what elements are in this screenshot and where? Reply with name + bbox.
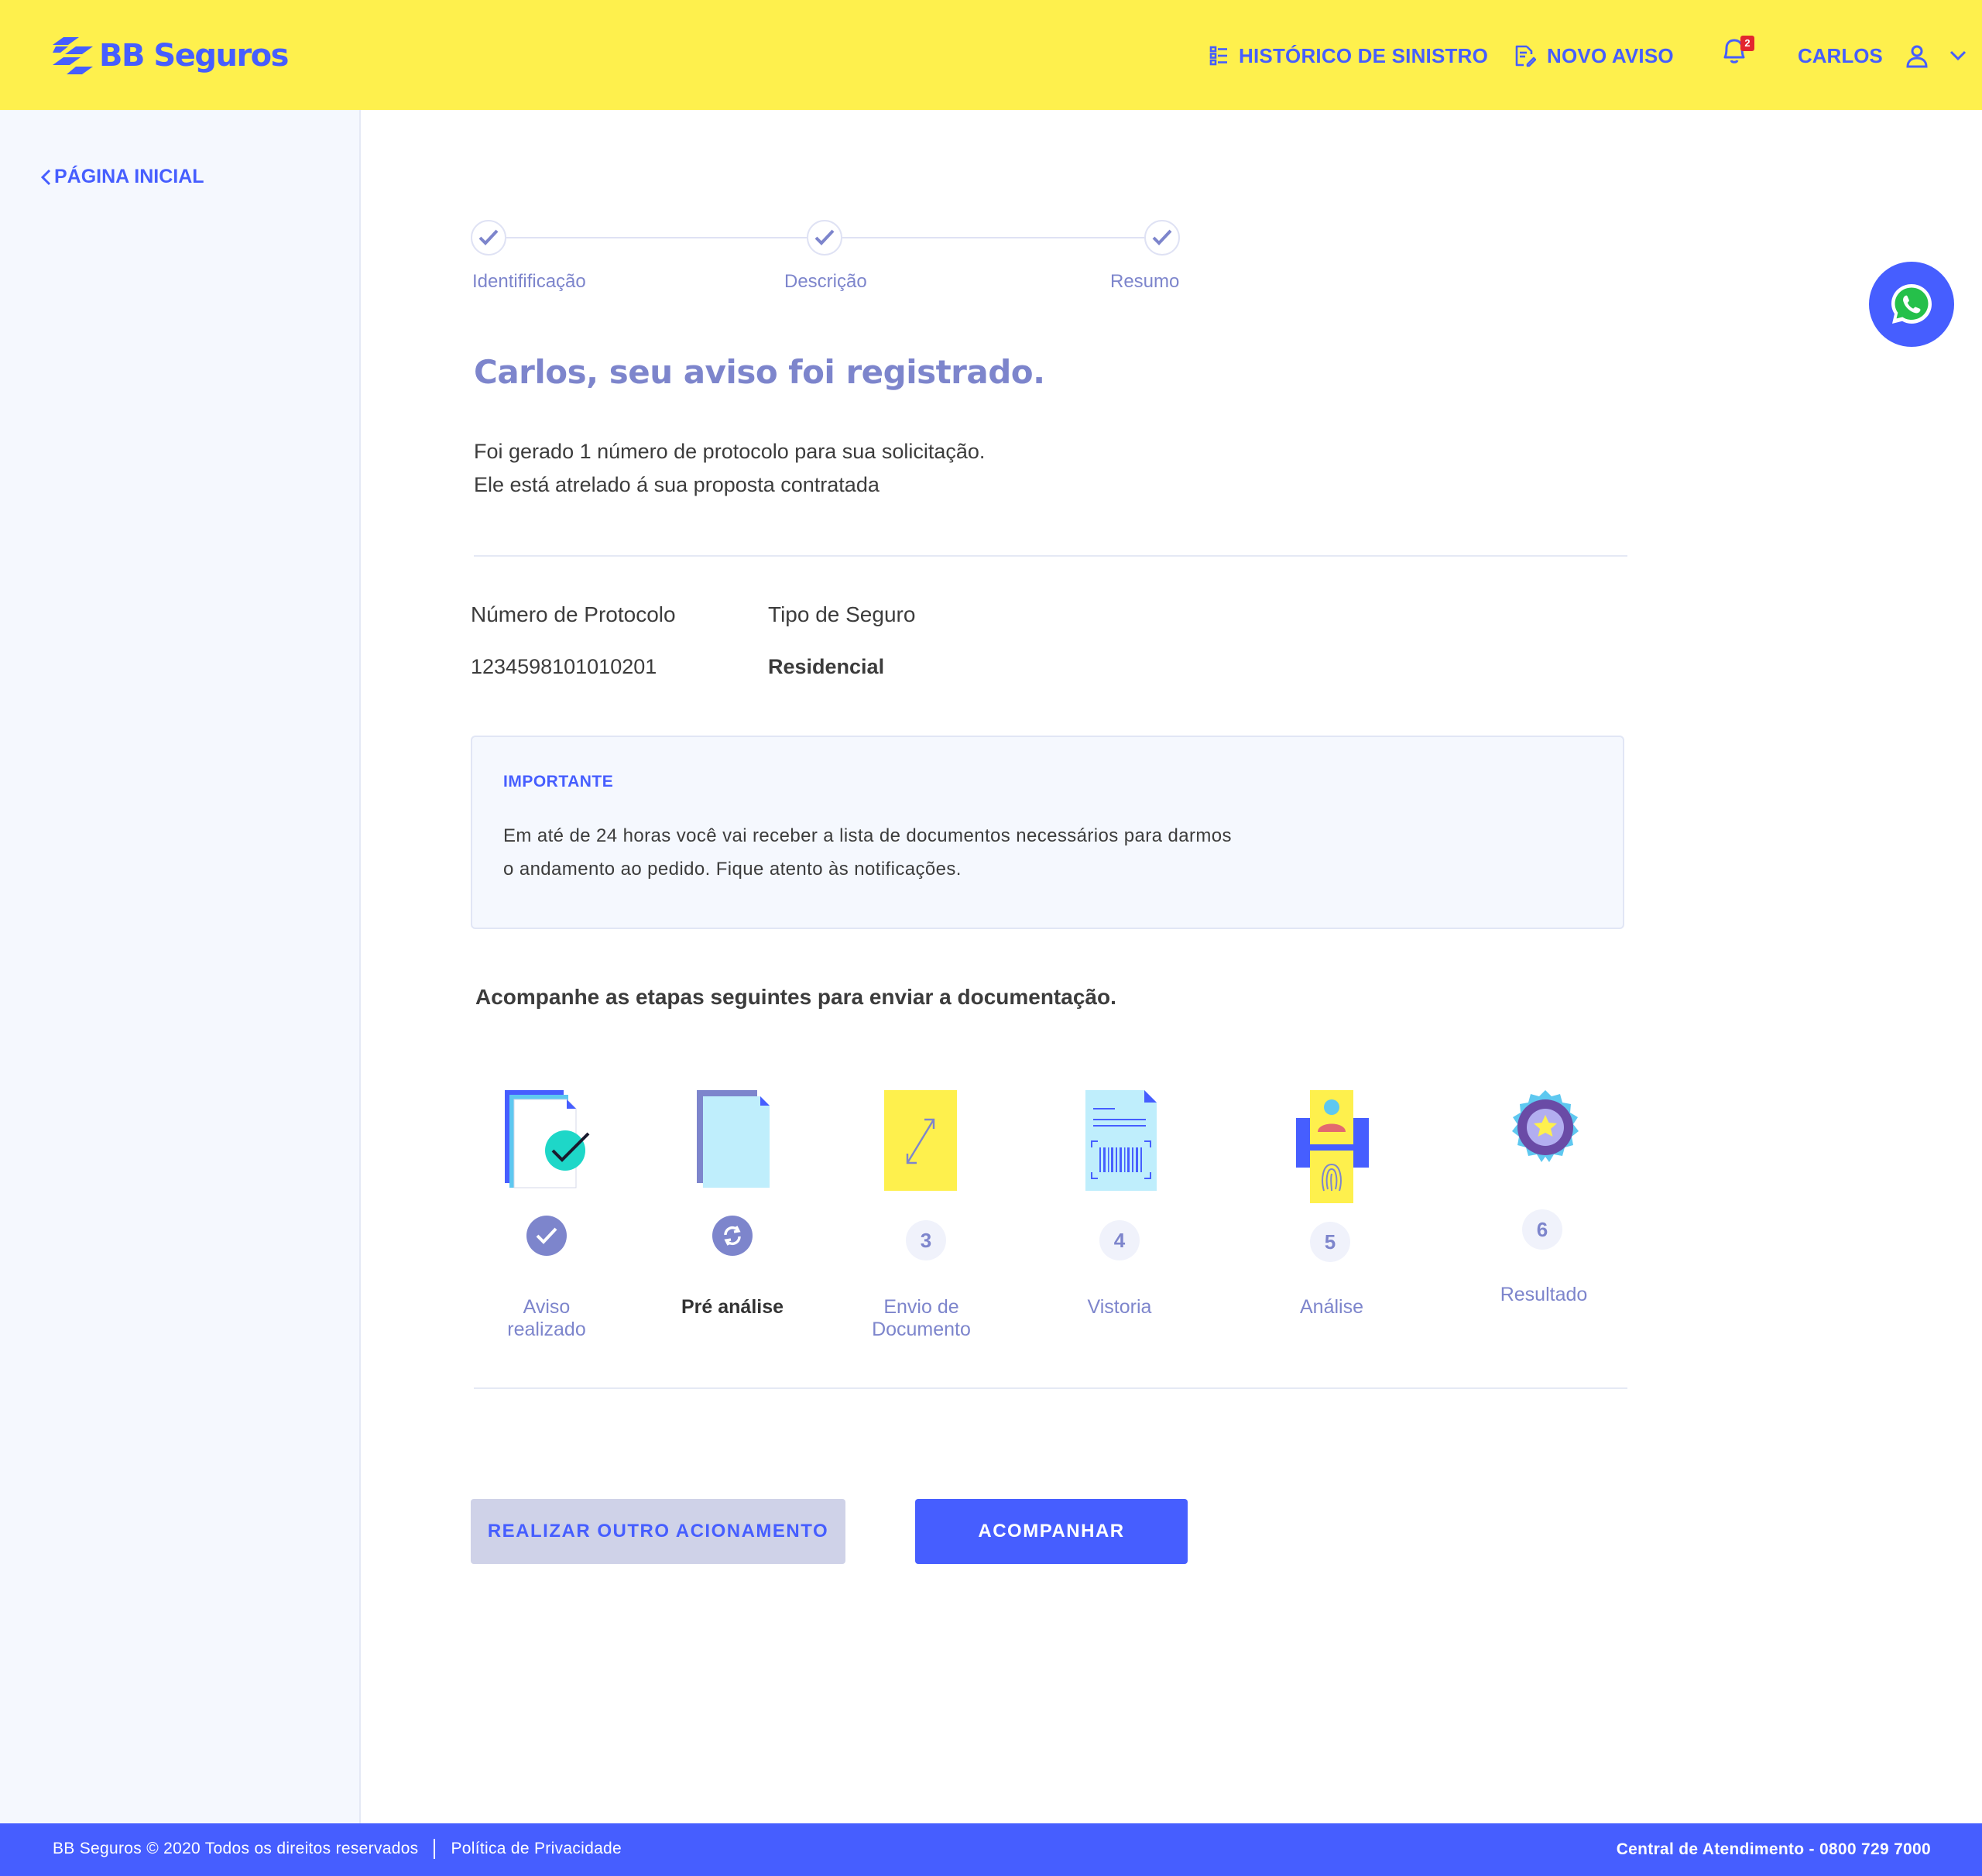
check-icon (814, 229, 835, 245)
process-number: 5 (1310, 1222, 1350, 1262)
process-label-line: Documento (872, 1319, 971, 1340)
process-label-line: Pré análise (681, 1296, 784, 1318)
chevron-left-icon (40, 169, 51, 185)
divider (474, 555, 1627, 557)
step-label-summary: Resumo (1110, 271, 1180, 292)
process-label-line: Aviso (523, 1296, 571, 1318)
nav-history-link[interactable]: HISTÓRICO DE SINISTRO (1209, 39, 1488, 73)
notice-text: Em até de 24 horas você vai receber a li… (503, 819, 1232, 886)
step-circle-description (807, 220, 842, 256)
new-claim-button[interactable]: REALIZAR OUTRO ACIONAMENTO (471, 1499, 845, 1564)
process-status-done (526, 1216, 567, 1256)
whatsapp-button[interactable] (1869, 262, 1954, 347)
insurance-type-value: Residencial (768, 655, 885, 678)
sidebar: PÁGINA INICIAL (0, 110, 361, 1823)
process-status-in-progress (712, 1216, 753, 1256)
process-label-line: Análise (1300, 1296, 1363, 1318)
contact-center-text: Central de Atendimento - 0800 729 7000 (1616, 1840, 1931, 1858)
process-number: 3 (906, 1220, 946, 1260)
chevron-down-icon (1949, 50, 1966, 61)
process-number: 4 (1099, 1220, 1140, 1260)
step-label-description: Descrição (784, 271, 867, 292)
check-icon (536, 1227, 557, 1244)
important-notice: IMPORTANTE Em até de 24 horas você vai r… (471, 736, 1624, 929)
barcode-document-icon (1085, 1090, 1157, 1191)
copyright-text: BB Seguros © 2020 Todos os direitos rese… (53, 1840, 419, 1857)
progress-stepper: Identifificação Descrição Resumo (471, 220, 1183, 297)
footer-left: BB Seguros © 2020 Todos os direitos rese… (53, 1839, 622, 1859)
process-label-analise: Análise (1246, 1296, 1417, 1319)
process-label-resultado: Resultado (1459, 1284, 1629, 1306)
notification-badge: 2 (1740, 36, 1754, 51)
protocol-value: 1234598101010201 (471, 655, 657, 678)
footer: BB Seguros © 2020 Todos os direitos rese… (0, 1823, 1982, 1876)
notifications-button[interactable]: 2 (1719, 36, 1754, 71)
nav-history-label: HISTÓRICO DE SINISTRO (1239, 43, 1489, 67)
footer-separator (434, 1839, 436, 1859)
intro-text: Foi gerado 1 número de protocolo para su… (474, 435, 985, 502)
document-check-icon (505, 1090, 590, 1188)
back-to-home-label: PÁGINA INICIAL (54, 166, 204, 187)
whatsapp-icon (1891, 284, 1932, 324)
top-header: BB Seguros HISTÓRICO DE SINISTRO NOVO AV… (0, 0, 1982, 110)
process-label-envio: Envio de Documento (836, 1296, 1006, 1341)
track-button[interactable]: ACOMPANHAR (915, 1499, 1188, 1564)
identity-fingerprint-icon (1296, 1090, 1369, 1203)
award-badge-icon (1512, 1090, 1579, 1162)
follow-steps-heading: Acompanhe as etapas seguintes para envia… (475, 985, 1116, 1009)
stepper-connector (842, 237, 1144, 238)
list-icon (1209, 46, 1227, 66)
brand-logo[interactable]: BB Seguros (53, 34, 289, 77)
process-number: 6 (1522, 1209, 1562, 1250)
intro-line: Foi gerado 1 número de protocolo para su… (474, 440, 986, 463)
refresh-icon (724, 1226, 741, 1246)
step-label-identification: Identifificação (472, 271, 586, 292)
user-icon (1906, 45, 1928, 68)
process-label-line: Envio de (883, 1296, 959, 1318)
documents-icon (697, 1090, 770, 1188)
process-label-line: Vistoria (1087, 1296, 1152, 1318)
notice-line: o andamento ao pedido. Fique atento às n… (503, 859, 962, 880)
insurance-type-label: Tipo de Seguro (768, 602, 916, 626)
bb-logo-icon (53, 37, 93, 74)
nav-new-notice-label: NOVO AVISO (1547, 43, 1674, 67)
user-menu[interactable]: CARLOS (1798, 39, 1967, 73)
user-name: CARLOS (1798, 43, 1883, 67)
check-icon (478, 229, 499, 245)
protocol-label: Número de Protocolo (471, 602, 676, 626)
brand-name: BB Seguros (99, 38, 289, 74)
notice-line: Em até de 24 horas você vai receber a li… (503, 825, 1232, 846)
notice-title: IMPORTANTE (503, 773, 614, 791)
page-title: Carlos, seu aviso foi registrado. (474, 353, 1045, 391)
privacy-policy-link[interactable]: Política de Privacidade (451, 1840, 622, 1858)
back-to-home-link[interactable]: PÁGINA INICIAL (40, 166, 204, 188)
process-label-aviso: Aviso realizado (461, 1296, 632, 1341)
process-label-line: realizado (507, 1319, 586, 1340)
check-icon (1152, 229, 1172, 245)
divider (474, 1387, 1627, 1389)
nav-new-notice-link[interactable]: NOVO AVISO (1513, 39, 1674, 73)
process-label-vistoria: Vistoria (1034, 1296, 1205, 1319)
stepper-connector (506, 237, 807, 238)
step-circle-identification (471, 220, 506, 256)
edit-document-icon (1515, 45, 1536, 67)
expand-document-icon (884, 1090, 957, 1191)
intro-line: Ele está atrelado á sua proposta contrat… (474, 473, 880, 496)
process-label-pre-analise: Pré análise (647, 1296, 818, 1319)
process-label-line: Resultado (1500, 1284, 1588, 1305)
step-circle-summary (1144, 220, 1180, 256)
